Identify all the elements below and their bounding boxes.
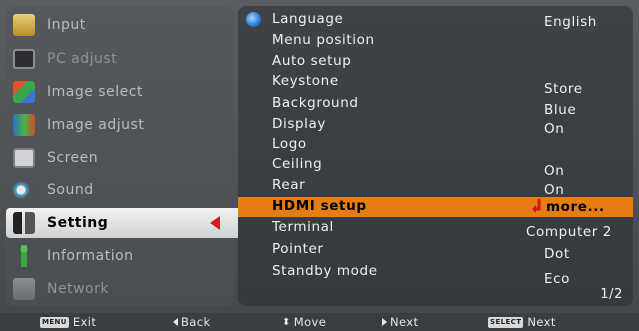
setting-name: Language [272,11,344,27]
next-label: Next [390,315,419,329]
setting-name: Menu position [272,32,375,48]
setting-row-menu-position[interactable]: Menu position [238,31,633,51]
setting-value: more... [546,199,605,215]
menu-item-label: Screen [47,150,99,166]
setting-name: Terminal [272,219,334,235]
sound-icon [13,179,35,201]
menu-item-information[interactable]: Information [6,241,234,271]
next-hint: Next [382,315,418,329]
setting-name: Logo [272,136,307,152]
exit-label: Exit [72,315,97,329]
setting-name: Pointer [272,241,324,257]
setting-name: Auto setup [272,53,352,69]
setting-row-hdmi-setup[interactable]: HDMI setup more... [238,197,633,217]
input-icon [13,14,35,36]
setting-name: Ceiling [272,156,323,172]
setting-value: On [544,182,565,198]
menu-item-image-select[interactable]: Image select [6,77,234,107]
setting-name: Background [272,95,359,111]
right-arrow-icon [382,318,387,326]
up-down-arrow-icon: ⬍ [282,316,291,328]
pc-adjust-icon [13,49,35,69]
setting-row-logo[interactable]: Logo [238,135,633,155]
setting-row-display[interactable]: Display On [238,115,633,137]
network-icon [13,278,35,300]
setting-value: English [544,14,597,30]
menu-item-label: PC adjust [47,51,118,67]
setting-row-keystone[interactable]: Keystone Store [238,72,633,97]
setting-name: Display [272,116,326,132]
menu-item-image-adjust[interactable]: Image adjust [6,110,234,140]
globe-icon [246,12,261,27]
setting-row-auto-setup[interactable]: Auto setup [238,52,633,72]
setting-row-ceiling[interactable]: Ceiling On [238,155,633,179]
left-arrow-icon [173,318,178,326]
menu-item-label: Sound [47,182,94,198]
enter-arrow-icon [532,199,541,213]
screen-icon [13,148,35,168]
page-indicator: 1/2 [600,287,623,302]
menu-item-label: Input [47,17,86,33]
menu-item-network[interactable]: Network [6,274,234,304]
setting-name: Standby mode [272,263,378,279]
setting-row-background[interactable]: Background Blue [238,94,633,118]
setting-panel: Language English Menu position Auto setu… [238,6,633,306]
back-label: Back [181,315,211,329]
setting-row-rear[interactable]: Rear On [238,176,633,198]
menu-item-sound[interactable]: Sound [6,175,234,205]
menu-item-label: Network [47,281,109,297]
main-menu: Input PC adjust Image select Image adjus… [6,6,238,306]
move-hint: ⬍ Move [282,315,326,329]
setting-name: Keystone [272,73,339,89]
menu-item-pc-adjust[interactable]: PC adjust [6,44,234,74]
image-select-icon [13,81,35,103]
selected-arrow-icon [210,216,220,230]
setting-value: Dot [544,246,570,262]
menu-item-input[interactable]: Input [6,10,234,40]
menu-item-setting[interactable]: Setting [6,208,238,238]
menu-item-label: Setting [47,215,109,231]
setting-value: Eco [544,271,571,287]
key-guide-bar: MENU Exit Back ⬍ Move Next SELECT Next [0,313,639,331]
setting-row-pointer[interactable]: Pointer Dot [238,240,633,262]
move-label: Move [293,315,327,329]
setting-icon [13,212,35,234]
select-label: Next [527,315,556,329]
setting-row-terminal[interactable]: Terminal Computer 2 [238,218,633,240]
setting-name: HDMI setup [272,198,367,214]
back-hint: Back [173,315,211,329]
select-hint: SELECT Next [488,315,556,329]
exit-hint: MENU Exit [40,315,96,329]
setting-value: Computer 2 [526,224,612,240]
information-icon [13,245,35,267]
menu-item-label: Image select [47,84,143,100]
menu-item-screen[interactable]: Screen [6,143,234,173]
menu-item-label: Image adjust [47,117,145,133]
setting-row-language[interactable]: Language English [238,10,633,30]
image-adjust-icon [13,114,35,136]
menu-item-label: Information [47,248,134,264]
menu-key-icon: MENU [40,316,69,328]
setting-name: Rear [272,177,306,193]
setting-row-standby-mode[interactable]: Standby mode Eco [238,262,633,287]
select-key-icon: SELECT [488,316,524,328]
